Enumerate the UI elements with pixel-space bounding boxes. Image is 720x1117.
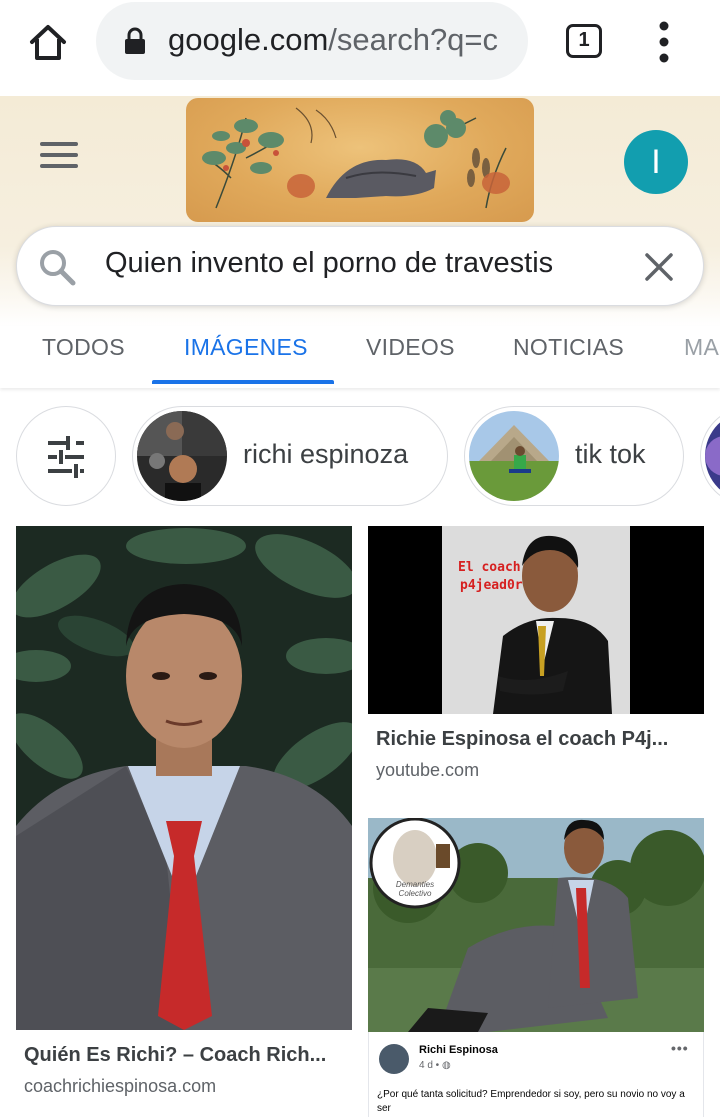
address-bar[interactable]: google.com/search?q=c xyxy=(96,2,528,80)
account-avatar[interactable]: I xyxy=(624,130,688,194)
google-header: I Quien invento el porno de travestis xyxy=(0,96,720,326)
tab-more[interactable]: MA xyxy=(684,334,719,361)
related-chips: richi espinoza tik tok xyxy=(0,406,720,506)
tune-icon xyxy=(48,436,84,478)
avatar xyxy=(379,1044,409,1074)
result-source: youtube.com xyxy=(376,760,480,780)
tab-switcher-button[interactable]: 1 xyxy=(566,24,602,58)
more-vert-icon[interactable] xyxy=(652,18,676,66)
url-host: google.com xyxy=(168,22,329,57)
tab-videos[interactable]: VIDEOS xyxy=(366,334,455,361)
chip-label: richi espinoza xyxy=(243,439,409,469)
lock-icon xyxy=(124,27,146,55)
result-title[interactable]: Richie Espinosa el coach P4j... xyxy=(376,728,700,751)
result-image[interactable]: El coach p4jead0r xyxy=(368,526,704,714)
tab-noticias[interactable]: NOTICIAS xyxy=(513,334,624,361)
search-tabs: TODOS IMÁGENES VIDEOS NOTICIAS MA xyxy=(0,326,720,388)
search-icon[interactable] xyxy=(37,247,77,287)
close-icon[interactable] xyxy=(641,249,677,285)
home-icon[interactable] xyxy=(26,22,70,62)
logo-text: Demanties Colectivo xyxy=(395,880,435,898)
post-meta: 4 d • ◍ xyxy=(419,1060,451,1071)
image-result-3[interactable]: Demanties Colectivo xyxy=(368,818,704,1032)
chip-label: tik tok xyxy=(575,439,646,469)
tab-imagenes[interactable]: IMÁGENES xyxy=(184,334,308,361)
chip-more[interactable] xyxy=(700,406,720,506)
more-horiz-icon: ••• xyxy=(671,1040,689,1056)
chip-thumbnail xyxy=(137,411,227,501)
globe-icon: ◍ xyxy=(441,1060,451,1071)
overlay-text-2: p4jead0r xyxy=(460,578,523,593)
result-image[interactable] xyxy=(16,526,352,1030)
result-image[interactable]: Demanties Colectivo xyxy=(368,818,704,1032)
url-text[interactable]: google.com/search?q=c xyxy=(168,22,518,58)
post-author: Richi Espinosa xyxy=(419,1044,498,1056)
search-input[interactable]: Quien invento el porno de travestis xyxy=(105,247,553,280)
url-path: /search?q=c xyxy=(328,22,499,57)
chip-thumbnail xyxy=(469,411,559,501)
chip-richi-espinoza[interactable]: richi espinoza xyxy=(132,406,448,506)
image-result-1[interactable]: Quién Es Richi? – Coach Rich... coachric… xyxy=(16,526,352,1117)
overlay-text-1: El coach xyxy=(458,560,521,575)
image-result-2[interactable]: El coach p4jead0r Richie Espinosa el coa… xyxy=(368,526,704,796)
browser-toolbar: google.com/search?q=c 1 xyxy=(0,0,720,96)
google-doodle[interactable] xyxy=(186,98,534,222)
facebook-post-preview: Richi Espinosa 4 d • ◍ ••• ¿Por qué tant… xyxy=(368,1032,704,1117)
post-time: 4 d • xyxy=(419,1060,442,1071)
chip-tik-tok[interactable]: tik tok xyxy=(464,406,684,506)
result-title[interactable]: Quién Es Richi? – Coach Rich... xyxy=(24,1044,348,1067)
filter-chip[interactable] xyxy=(16,406,116,506)
active-tab-indicator xyxy=(152,380,334,384)
search-box[interactable]: Quien invento el porno de travestis xyxy=(16,226,704,306)
tab-todos[interactable]: TODOS xyxy=(42,334,125,361)
result-source: coachrichiespinosa.com xyxy=(24,1076,217,1096)
post-text: ¿Por qué tanta solicitud? Emprendedor si… xyxy=(377,1089,685,1114)
chip-thumbnail xyxy=(705,411,720,501)
menu-icon[interactable] xyxy=(40,142,78,168)
